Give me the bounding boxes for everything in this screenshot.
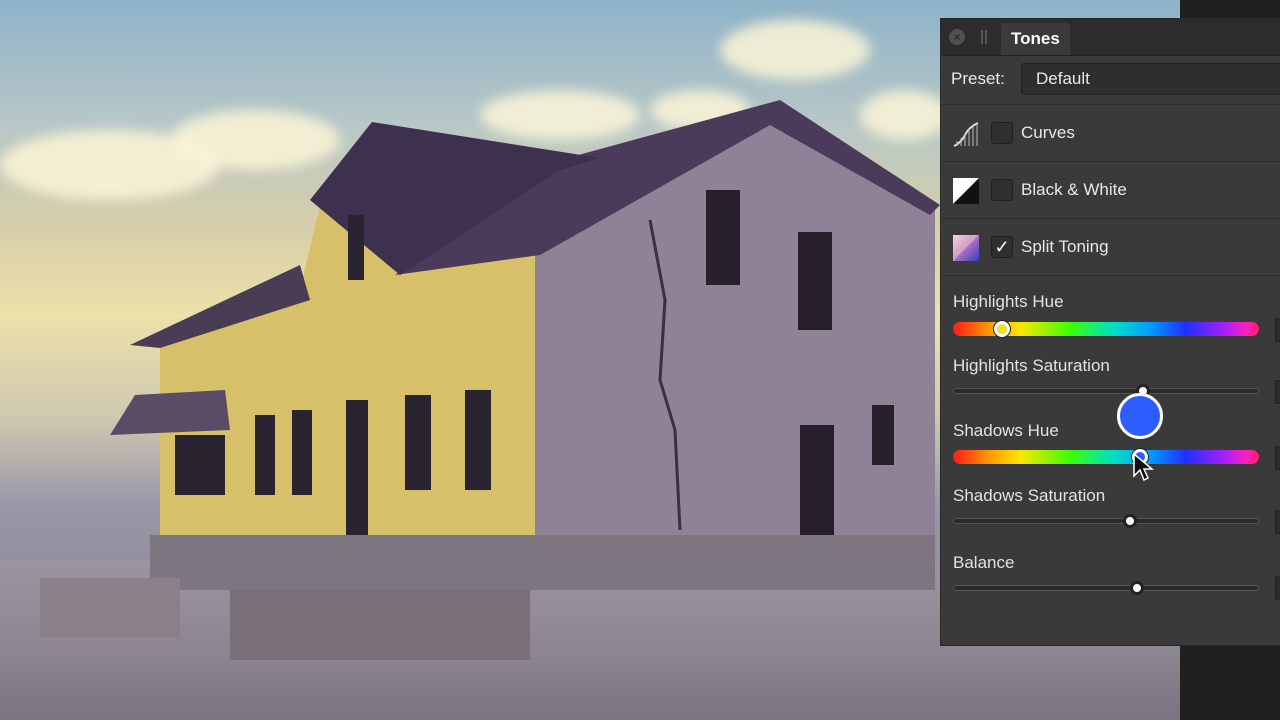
balance-row	[941, 576, 1280, 636]
black-white-checkbox[interactable]	[991, 179, 1013, 201]
shadows-hue-label: Shadows Hue	[953, 421, 1059, 440]
highlights-saturation-slider[interactable]	[953, 388, 1259, 394]
tones-panel: × Tones Preset: Default Curves Black & W…	[940, 18, 1280, 646]
split-toning-label: Split Toning	[1021, 237, 1109, 256]
curves-checkbox[interactable]	[991, 122, 1013, 144]
balance-value-field[interactable]	[1275, 576, 1280, 600]
preset-row: Preset: Default	[941, 56, 1280, 105]
split-toning-sliders: Highlights Hue Highlights Saturation Sha…	[941, 276, 1280, 576]
preset-dropdown[interactable]: Default	[1021, 63, 1280, 95]
shadows-hue-value-field[interactable]	[1275, 446, 1280, 470]
curves-label: Curves	[1021, 123, 1075, 142]
split-toning-icon	[953, 235, 979, 261]
balance-knob[interactable]	[1129, 581, 1144, 595]
adjustment-row-curves[interactable]: Curves	[941, 105, 1280, 162]
shadows-hue-slider[interactable]	[953, 450, 1259, 464]
highlights-hue-label: Highlights Hue	[953, 292, 1064, 311]
panel-titlebar: × Tones	[941, 19, 1280, 56]
close-icon[interactable]: ×	[949, 29, 965, 45]
split-toning-checkbox[interactable]: ✓	[991, 236, 1013, 258]
balance-slider[interactable]	[953, 585, 1259, 591]
adjustment-row-black-white[interactable]: Black & White	[941, 162, 1280, 219]
drag-handle-icon[interactable]	[981, 30, 987, 44]
shadows-hue-color-preview	[1116, 393, 1163, 439]
black-white-label: Black & White	[1021, 180, 1127, 199]
shadows-saturation-label: Shadows Saturation	[953, 486, 1106, 505]
shadows-saturation-slider[interactable]	[953, 518, 1259, 524]
shadows-saturation-value-field[interactable]	[1275, 510, 1280, 534]
mouse-cursor-icon	[1133, 452, 1154, 482]
highlights-saturation-value-field[interactable]	[1275, 380, 1280, 404]
black-white-icon	[953, 178, 979, 204]
highlights-hue-knob[interactable]	[993, 321, 1010, 337]
adjustment-row-split-toning[interactable]: ✓ Split Toning	[941, 219, 1280, 276]
balance-label: Balance	[953, 553, 1015, 572]
tab-tones[interactable]: Tones	[1001, 23, 1070, 55]
shadows-saturation-knob[interactable]	[1123, 514, 1138, 528]
highlights-saturation-label: Highlights Saturation	[953, 356, 1110, 375]
preset-label: Preset:	[951, 69, 1005, 88]
highlights-hue-value-field[interactable]	[1275, 318, 1280, 342]
curves-icon	[953, 122, 979, 147]
